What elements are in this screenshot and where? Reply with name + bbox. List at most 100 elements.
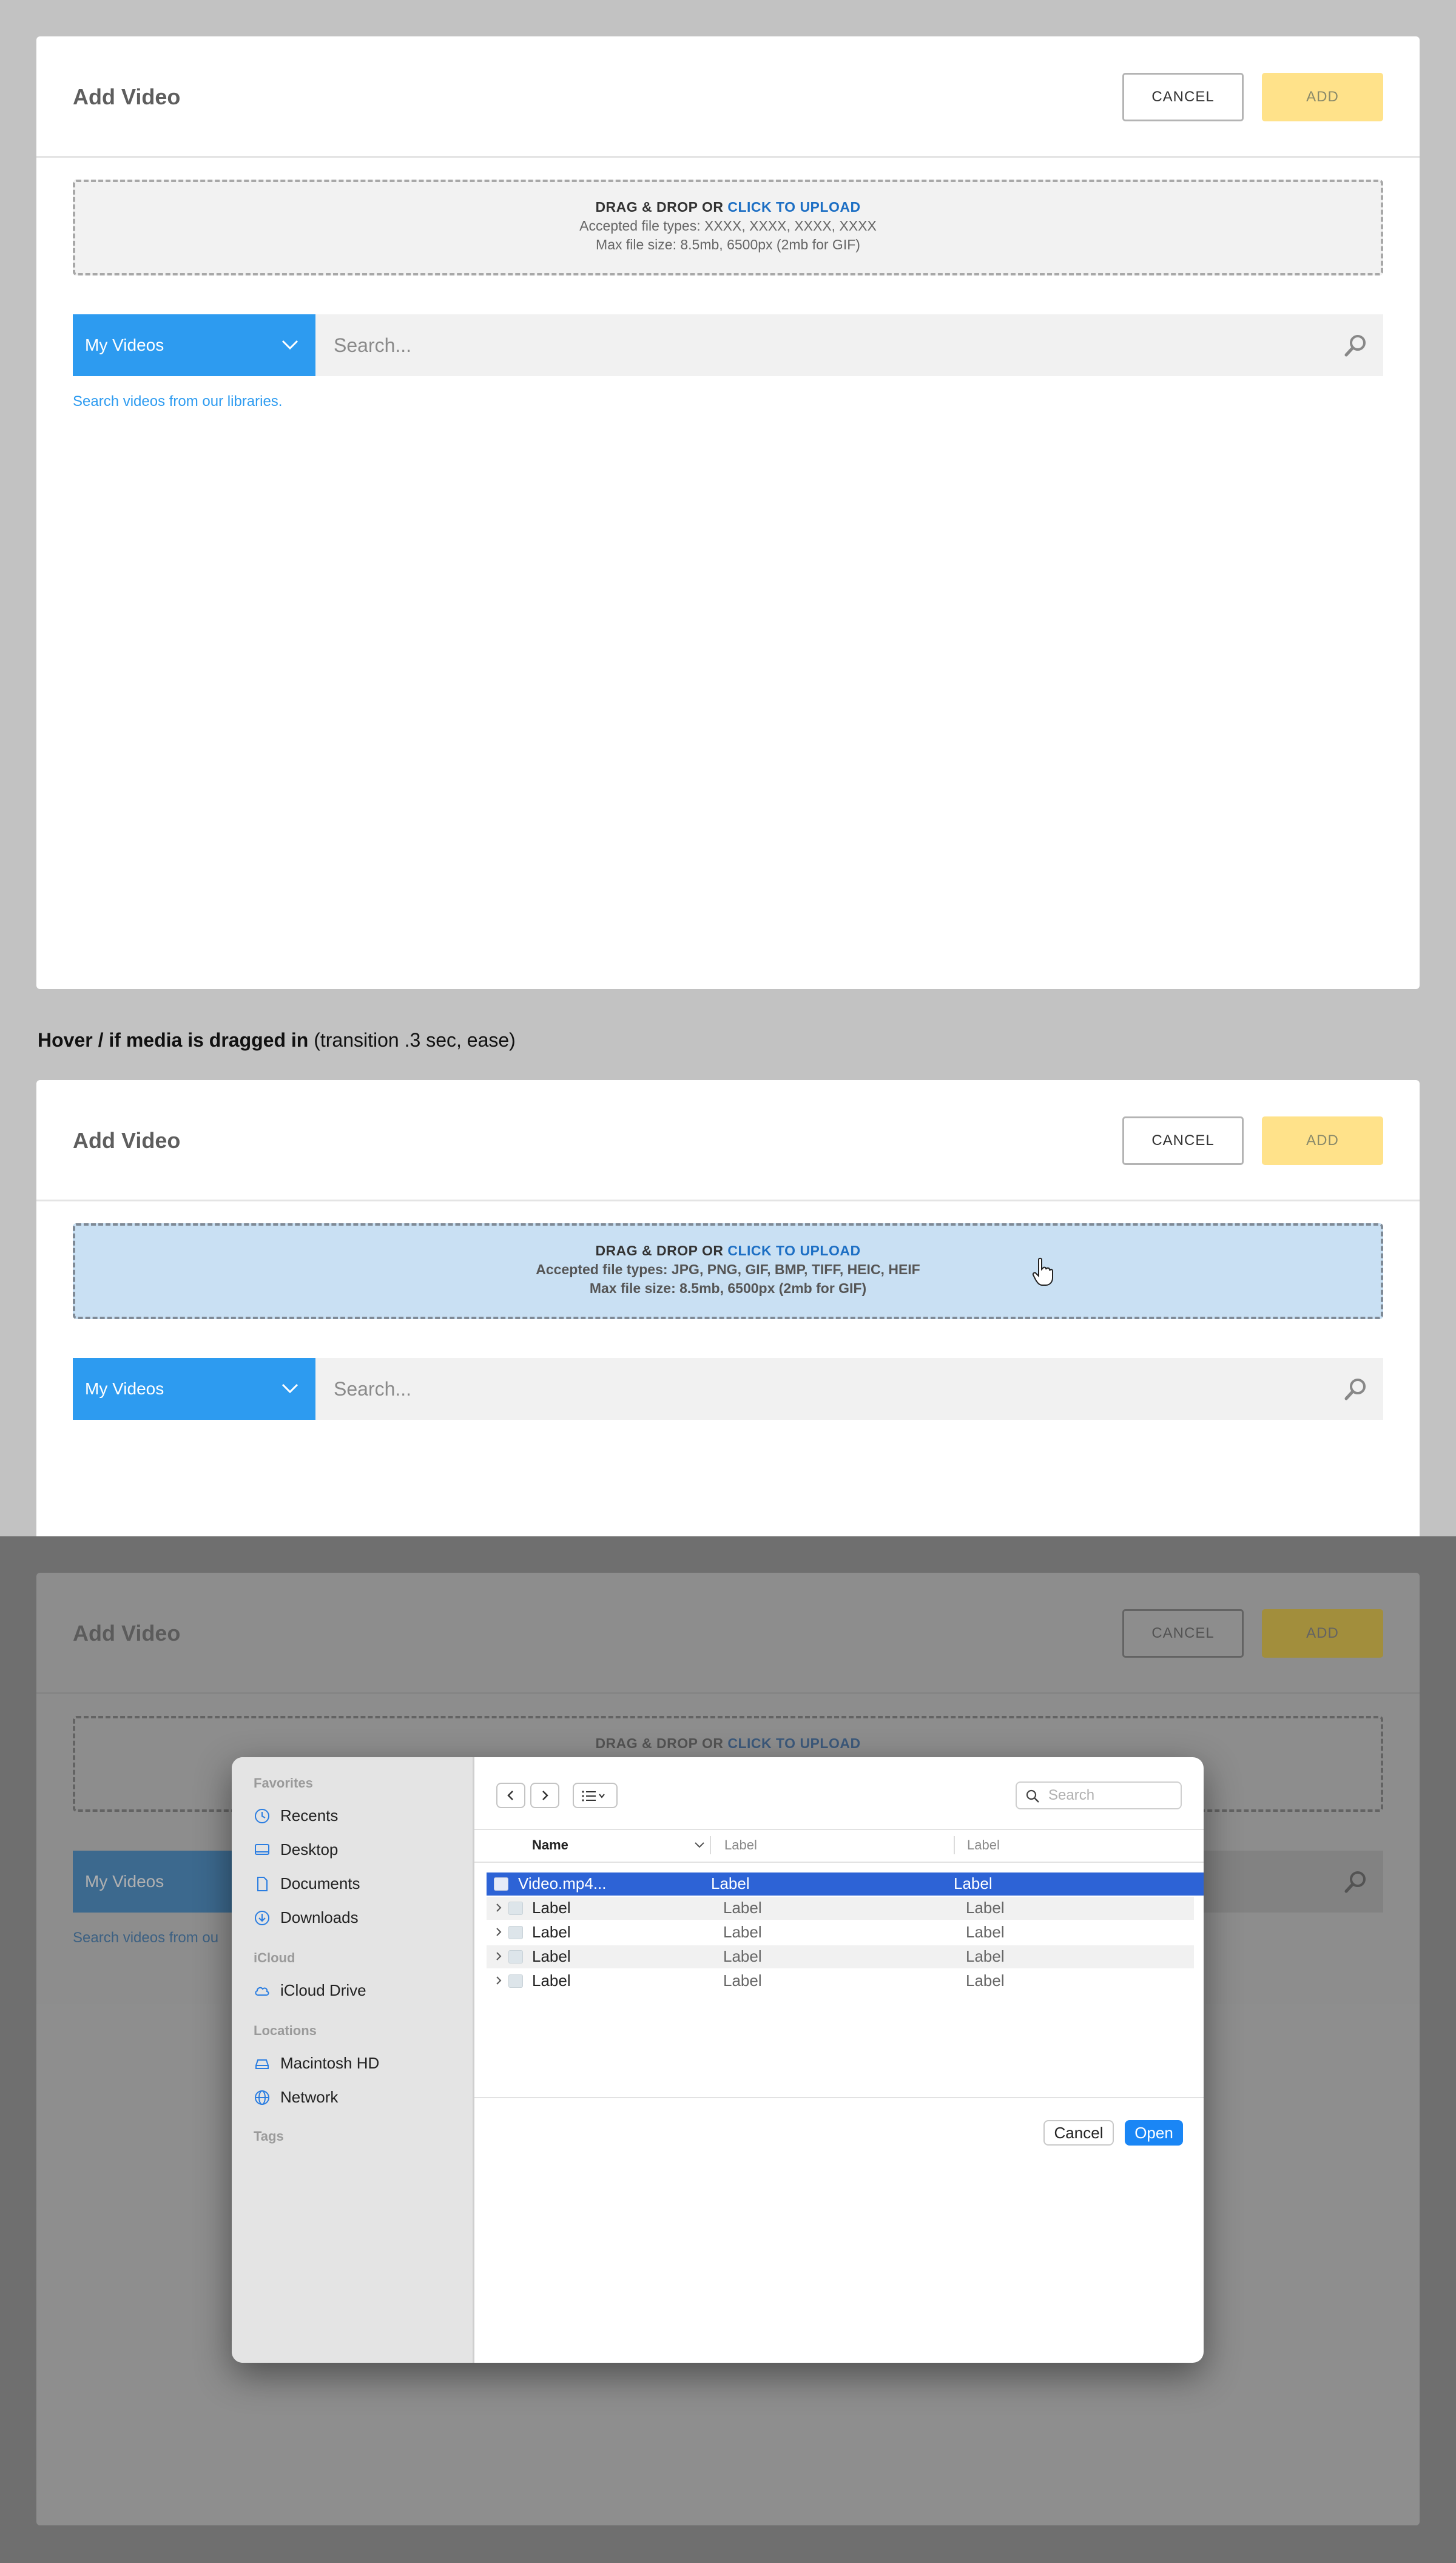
file-cell: Label — [954, 1874, 993, 1893]
dropzone-heading: DRAG & DROP OR CLICK TO UPLOAD — [75, 1243, 1381, 1259]
click-to-upload-link[interactable]: CLICK TO UPLOAD — [727, 1735, 860, 1751]
download-icon — [255, 1911, 269, 1925]
forward-button[interactable] — [530, 1783, 559, 1808]
search-input[interactable]: Search... — [315, 314, 1383, 376]
file-cell: Label — [966, 1923, 1005, 1941]
chevron-left-icon — [507, 1791, 513, 1800]
chevron-right-icon[interactable] — [494, 1902, 504, 1914]
dropzone-prefix: DRAG & DROP OR — [595, 1735, 724, 1751]
add-button[interactable]: ADD — [1262, 73, 1383, 121]
dropzone-prefix: DRAG & DROP OR — [595, 199, 724, 215]
sidebar-item-label: iCloud Drive — [280, 1981, 366, 1999]
chevron-right-icon[interactable] — [494, 1950, 504, 1962]
dialog-search-input[interactable]: Search — [1016, 1781, 1182, 1809]
dialog-cancel-button[interactable]: Cancel — [1043, 2120, 1114, 2146]
cancel-button[interactable]: CANCEL — [1122, 73, 1244, 121]
locations-heading: Locations — [254, 2023, 317, 2038]
sidebar-item-recents[interactable]: Recents — [254, 1803, 338, 1828]
sidebar-item-icloud-drive[interactable]: iCloud Drive — [254, 1978, 366, 2002]
click-to-upload-link[interactable]: CLICK TO UPLOAD — [727, 1243, 860, 1258]
file-row[interactable]: Label Label Label — [487, 1970, 1194, 1993]
accepted-types-text: Accepted file types: XXXX, XXXX, XXXX, X… — [579, 218, 877, 234]
folder-icon — [508, 1926, 523, 1939]
tags-heading: Tags — [254, 2129, 284, 2144]
modal-header: Add Video CANCEL ADD — [36, 1080, 1420, 1201]
folder-icon — [508, 1974, 523, 1988]
max-size-text: Max file size: 8.5mb, 6500px (2mb for GI… — [589, 1280, 867, 1296]
library-select[interactable]: My Videos — [73, 1358, 315, 1420]
file-cell: Label — [723, 1899, 762, 1917]
footer-divider — [474, 2097, 1204, 2098]
search-input[interactable]: Search... — [315, 1358, 1383, 1420]
modal-title: Add Video — [73, 1621, 181, 1646]
search-icon[interactable] — [1343, 1869, 1369, 1894]
file-cell: Label — [723, 1971, 762, 1990]
file-cell: Label — [711, 1874, 750, 1893]
column-divider[interactable] — [954, 1836, 955, 1854]
sidebar-item-label: Macintosh HD — [280, 2054, 380, 2072]
sidebar-item-label: Documents — [280, 1874, 360, 1893]
file-cell: Label — [723, 1923, 762, 1941]
sidebar-item-macintosh-hd[interactable]: Macintosh HD — [254, 2051, 379, 2075]
cancel-button[interactable]: CANCEL — [1122, 1116, 1244, 1165]
upload-dropzone-hover[interactable]: DRAG & DROP OR CLICK TO UPLOAD Accepted … — [73, 1223, 1383, 1319]
search-icon[interactable] — [1343, 1376, 1369, 1402]
clock-icon — [255, 1809, 269, 1823]
globe-icon — [255, 2090, 269, 2105]
view-options-button[interactable] — [573, 1783, 618, 1808]
chevron-down-icon — [695, 1842, 704, 1848]
file-row[interactable]: Label Label Label — [487, 1897, 1194, 1920]
file-row-selected[interactable]: Video.mp4... Label Label — [487, 1872, 1204, 1896]
search-placeholder: Search... — [334, 1378, 412, 1400]
add-video-modal-default: Add Video CANCEL ADD DRAG & DROP OR CLIC… — [36, 36, 1420, 989]
favorites-heading: Favorites — [254, 1775, 313, 1791]
sidebar-item-network[interactable]: Network — [254, 2085, 338, 2109]
sidebar-item-downloads[interactable]: Downloads — [254, 1905, 359, 1930]
upload-dropzone[interactable]: DRAG & DROP OR CLICK TO UPLOAD Accepted … — [73, 180, 1383, 275]
column-divider[interactable] — [710, 1836, 711, 1854]
back-button[interactable] — [496, 1783, 525, 1808]
header-divider — [474, 1862, 1204, 1863]
library-select-value: My Videos — [85, 1872, 164, 1891]
icloud-heading: iCloud — [254, 1950, 295, 1965]
cloud-icon — [255, 1987, 269, 1996]
annotation-rest: (transition .3 sec, ease) — [308, 1029, 516, 1051]
library-select-value: My Videos — [85, 336, 164, 354]
file-name: Video.mp4... — [518, 1874, 607, 1893]
add-button[interactable]: ADD — [1262, 1116, 1383, 1165]
chevron-right-icon[interactable] — [494, 1926, 504, 1938]
file-cell: Label — [966, 1899, 1005, 1917]
document-icon — [257, 1877, 268, 1891]
dropzone-heading: DRAG & DROP OR CLICK TO UPLOAD — [75, 1735, 1381, 1752]
file-row[interactable]: Label Label Label — [487, 1921, 1194, 1944]
dialog-search-placeholder: Search — [1048, 1787, 1095, 1803]
file-name: Label — [532, 1923, 571, 1941]
modal-header: Add Video CANCEL ADD — [36, 1573, 1420, 1694]
search-icon[interactable] — [1343, 333, 1369, 358]
dropzone-heading: DRAG & DROP OR CLICK TO UPLOAD — [75, 199, 1381, 215]
accepted-types-text: Accepted file types: JPG, PNG, GIF, BMP,… — [536, 1261, 920, 1277]
click-to-upload-link[interactable]: CLICK TO UPLOAD — [727, 199, 860, 215]
library-select[interactable]: My Videos — [73, 314, 315, 376]
sidebar-item-desktop[interactable]: Desktop — [254, 1837, 338, 1862]
file-cell: Label — [966, 1971, 1005, 1990]
toolbar-divider — [474, 1829, 1204, 1830]
file-cell: Label — [966, 1947, 1005, 1965]
add-button[interactable]: ADD — [1262, 1609, 1383, 1658]
dialog-main: Search Name Label Label Video.mp4... Lab… — [474, 1757, 1204, 2363]
dropzone-prefix: DRAG & DROP OR — [595, 1243, 724, 1258]
folder-icon — [508, 1902, 523, 1915]
dialog-open-button[interactable]: Open — [1125, 2120, 1183, 2146]
add-video-modal-hover: Add Video CANCEL ADD DRAG & DROP OR CLIC… — [36, 1080, 1420, 1536]
column-header-name[interactable]: Name — [532, 1836, 568, 1854]
sidebar-item-documents[interactable]: Documents — [254, 1871, 360, 1896]
hand-cursor-icon — [1032, 1257, 1053, 1286]
modal-header: Add Video CANCEL ADD — [36, 36, 1420, 158]
file-name: Label — [532, 1971, 571, 1990]
cancel-button[interactable]: CANCEL — [1122, 1609, 1244, 1658]
column-header-label-2[interactable]: Label — [967, 1836, 1000, 1854]
file-name: Label — [532, 1947, 571, 1965]
column-header-label-1[interactable]: Label — [724, 1836, 757, 1854]
chevron-right-icon[interactable] — [494, 1974, 504, 1987]
file-row[interactable]: Label Label Label — [487, 1945, 1194, 1968]
